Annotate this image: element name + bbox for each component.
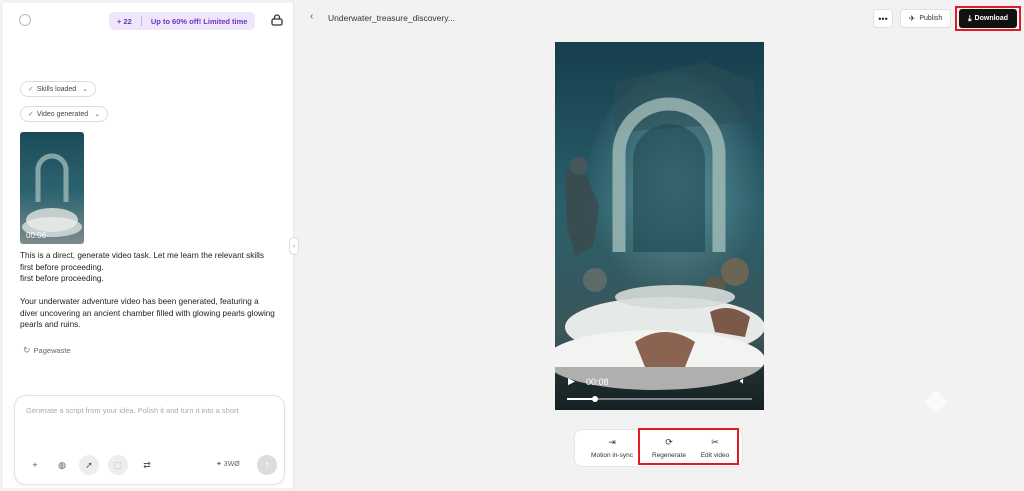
media-button[interactable]: ▢ <box>108 455 128 475</box>
page-title: Underwater_treasure_discovery... <box>328 13 455 23</box>
play-icon[interactable]: ▶ <box>568 376 575 387</box>
chevron-right-icon: › <box>292 242 296 250</box>
publish-label: Publish <box>919 15 943 22</box>
sidebar-toggle-icon[interactable] <box>19 14 31 26</box>
assistant-message: first before proceeding. <box>20 274 104 283</box>
arrow-up-icon: ↑ <box>264 459 270 471</box>
plus-icon: + <box>32 460 38 470</box>
video-thumbnail[interactable]: 00:06 <box>20 132 84 244</box>
chat-panel: + 22 Up to 60% off! Limited time ✓ Skill… <box>3 3 293 488</box>
style-button[interactable]: ◍ <box>52 455 72 475</box>
download-label: Download <box>974 15 1008 22</box>
account-icon[interactable] <box>271 14 283 26</box>
volume-icon[interactable]: 🔈︎ <box>740 376 746 387</box>
chevron-down-icon: ⌄ <box>94 111 100 118</box>
video-frame <box>555 42 764 410</box>
motion-in-sync-button[interactable]: ⇥ Motion in-sync <box>587 430 637 466</box>
actions-highlight-box <box>638 428 739 465</box>
sliders-icon: ⇄ <box>143 459 151 470</box>
mode-selector[interactable]: ✦ 3WØ <box>216 460 240 468</box>
chip-label: Video generated <box>36 110 89 118</box>
thumbnail-image <box>20 132 84 244</box>
prompt-composer[interactable]: Generate a script from your idea. Polish… <box>14 395 285 485</box>
promo-count: + 22 <box>117 16 132 26</box>
check-icon: ✓ <box>28 86 34 93</box>
more-icon: ••• <box>878 13 888 24</box>
collapse-panel-handle[interactable]: › <box>289 237 299 255</box>
promo-divider <box>140 16 142 26</box>
refresh-icon: ↻ <box>23 345 31 355</box>
thumbnail-duration: 00:06 <box>26 231 47 240</box>
chip-label: Skills loaded <box>36 85 77 93</box>
motion-sync-icon: ⇥ <box>608 437 616 447</box>
settings-button[interactable]: ⇄ <box>137 455 157 475</box>
seek-progress <box>567 398 595 400</box>
more-options-button[interactable]: ••• <box>873 9 893 28</box>
playback-time: 00:08 <box>586 377 609 387</box>
chevron-down-icon: ⌄ <box>82 86 89 93</box>
video-player[interactable]: ▶ 00:08 🔈︎ <box>555 42 764 410</box>
skills-loaded-chip[interactable]: ✓ Skills loaded ⌄ <box>20 81 97 97</box>
publish-icon: ✈ <box>908 14 916 23</box>
mode-label: ✦ 3WØ <box>216 461 240 468</box>
assistant-message: Your underwater adventure video has been… <box>20 297 275 329</box>
assistant-message: This is a direct, generate video task. L… <box>20 251 264 272</box>
regenerate-link[interactable]: ↻ Pagewaste <box>23 345 71 356</box>
cursor-tool-button[interactable]: ➚ <box>79 455 99 475</box>
download-button[interactable]: ⤓ Download <box>959 9 1017 28</box>
send-button[interactable]: ↑ <box>257 455 277 475</box>
seek-bar[interactable] <box>567 396 752 402</box>
add-attachment-button[interactable]: + <box>25 455 45 475</box>
regenerate-link-label: Pagewaste <box>33 346 71 355</box>
download-icon: ⤓ <box>968 13 972 23</box>
image-icon: ▢ <box>113 459 123 470</box>
cursor-icon: ➚ <box>85 459 93 470</box>
watermark-diamond <box>924 390 948 414</box>
promo-banner[interactable]: + 22 Up to 60% off! Limited time <box>109 12 256 30</box>
check-icon: ✓ <box>28 111 34 118</box>
prompt-placeholder: Generate a script from your idea. Polish… <box>26 406 239 415</box>
publish-button[interactable]: ✈ Publish <box>900 9 951 28</box>
back-chevron-icon[interactable]: ‹ <box>310 11 313 22</box>
palette-icon: ◍ <box>58 459 66 470</box>
promo-offer: Up to 60% off! Limited time <box>150 16 248 26</box>
seek-handle[interactable] <box>591 396 598 402</box>
action-label: Motion in-sync <box>591 452 633 459</box>
video-generated-chip[interactable]: ✓ Video generated ⌄ <box>20 106 108 122</box>
